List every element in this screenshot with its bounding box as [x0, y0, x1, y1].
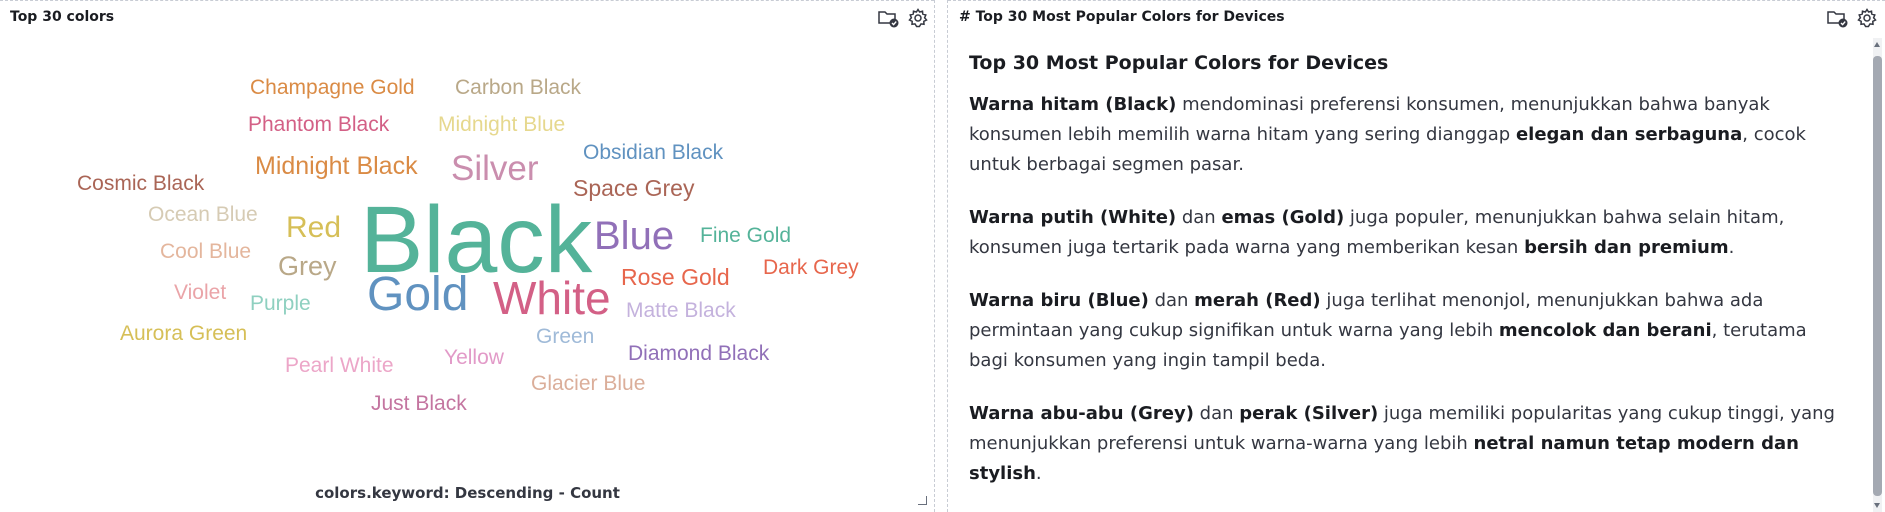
markdown-paragraph: Warna hitam (Black) mendominasi preferen…	[969, 90, 1849, 180]
scroll-down-icon[interactable]	[1874, 503, 1880, 508]
cloud-word-green[interactable]: Green	[536, 326, 594, 347]
panel-title: # Top 30 Most Popular Colors for Devices	[959, 9, 1285, 25]
cloud-word-carbon-black[interactable]: Carbon Black	[455, 77, 581, 98]
cloud-word-just-black[interactable]: Just Black	[371, 393, 467, 414]
markdown-paragraph: Warna biru (Blue) dan merah (Red) juga t…	[969, 286, 1849, 376]
cloud-word-fine-gold[interactable]: Fine Gold	[700, 225, 791, 246]
cloud-word-cool-blue[interactable]: Cool Blue	[160, 241, 251, 262]
panel-header: Top 30 colors	[0, 0, 934, 35]
cloud-word-silver[interactable]: Silver	[451, 151, 539, 186]
cloud-word-aurora-green[interactable]: Aurora Green	[120, 323, 247, 344]
cloud-word-grey[interactable]: Grey	[278, 253, 337, 280]
folder-check-icon[interactable]	[1825, 7, 1849, 29]
cloud-word-midnight-blue[interactable]: Midnight Blue	[438, 114, 565, 135]
cloud-word-glacier-blue[interactable]: Glacier Blue	[531, 373, 645, 394]
bold-text: Warna abu-abu (Grey)	[969, 403, 1194, 424]
paragraph-text: .	[1728, 237, 1735, 258]
cloud-word-cosmic-black[interactable]: Cosmic Black	[77, 173, 204, 194]
cloud-word-midnight-black[interactable]: Midnight Black	[255, 154, 418, 179]
cloud-word-space-grey[interactable]: Space Grey	[573, 177, 694, 200]
cloud-word-blue[interactable]: Blue	[594, 216, 674, 256]
bold-text: mencolok dan berani	[1498, 320, 1712, 341]
markdown-paragraph: Warna abu-abu (Grey) dan perak (Silver) …	[969, 399, 1849, 489]
word-cloud-panel: Top 30 colors Black Gold White Blue Silv…	[0, 0, 935, 512]
cloud-word-diamond-black[interactable]: Diamond Black	[628, 343, 769, 364]
cloud-word-phantom-black[interactable]: Phantom Black	[248, 114, 389, 135]
cloud-word-white[interactable]: White	[493, 275, 611, 321]
cloud-word-violet[interactable]: Violet	[174, 282, 226, 303]
paragraph-text: dan	[1176, 207, 1222, 228]
bold-text: Warna putih (White)	[969, 207, 1177, 228]
gear-icon[interactable]	[906, 7, 930, 29]
markdown-heading: Top 30 Most Popular Colors for Devices	[969, 52, 1389, 74]
panel-title: Top 30 colors	[10, 9, 115, 25]
cloud-word-gold[interactable]: Gold	[367, 271, 468, 319]
paragraph-text: .	[1035, 463, 1042, 484]
bold-text: perak (Silver)	[1239, 403, 1379, 424]
markdown-paragraph: Warna putih (White) dan emas (Gold) juga…	[969, 203, 1849, 263]
scrollbar-thumb[interactable]	[1873, 56, 1882, 496]
markdown-content: Top 30 Most Popular Colors for Devices W…	[969, 44, 1849, 504]
cloud-word-red[interactable]: Red	[286, 213, 341, 243]
paragraph-text: dan	[1193, 403, 1240, 424]
vertical-scrollbar[interactable]	[1873, 38, 1882, 512]
cloud-word-champagne-gold[interactable]: Champagne Gold	[250, 77, 415, 98]
cloud-word-obsidian-black[interactable]: Obsidian Black	[583, 142, 723, 163]
folder-check-icon[interactable]	[876, 7, 900, 29]
bold-text: merah (Red)	[1194, 290, 1321, 311]
cloud-word-pearl-white[interactable]: Pearl White	[285, 355, 394, 376]
cloud-word-matte-black[interactable]: Matte Black	[626, 300, 736, 321]
paragraph-text: dan	[1148, 290, 1195, 311]
bold-text: elegan dan serbaguna	[1515, 124, 1743, 145]
panel-header: # Top 30 Most Popular Colors for Devices	[948, 0, 1885, 35]
resize-corner-icon[interactable]	[918, 496, 927, 505]
cloud-word-yellow[interactable]: Yellow	[444, 347, 504, 368]
bold-text: Warna hitam (Black)	[969, 94, 1177, 115]
scroll-up-icon[interactable]	[1874, 42, 1880, 47]
markdown-panel: # Top 30 Most Popular Colors for Devices…	[947, 0, 1885, 512]
bold-text: emas (Gold)	[1221, 207, 1345, 228]
bold-text: bersih dan premium	[1524, 237, 1729, 258]
gear-icon[interactable]	[1855, 7, 1879, 29]
cloud-word-rose-gold[interactable]: Rose Gold	[621, 266, 730, 289]
cloud-word-ocean-blue[interactable]: Ocean Blue	[148, 204, 258, 225]
cloud-caption: colors.keyword: Descending - Count	[315, 484, 620, 502]
bold-text: Warna biru (Blue)	[969, 290, 1149, 311]
cloud-word-purple[interactable]: Purple	[250, 293, 311, 314]
cloud-word-dark-grey[interactable]: Dark Grey	[763, 257, 859, 278]
